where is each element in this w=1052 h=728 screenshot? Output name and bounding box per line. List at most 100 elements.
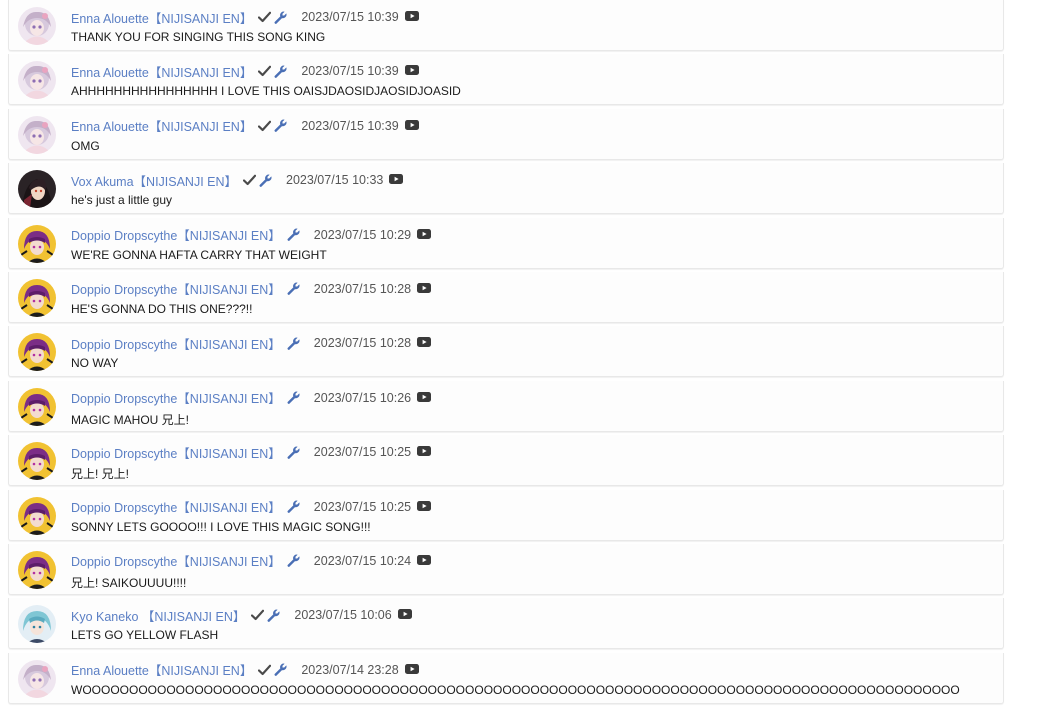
message-header: Doppio Dropscythe【NIJISANJI EN】 2023/07/1… — [71, 388, 432, 407]
avatar[interactable] — [18, 7, 56, 45]
message-header: Doppio Dropscythe【NIJISANJI EN】 2023/07/1… — [71, 225, 432, 244]
message-header: Doppio Dropscythe【NIJISANJI EN】 2023/07/1… — [71, 443, 432, 462]
youtube-icon[interactable] — [399, 119, 419, 133]
moderator-wrench-icon — [274, 663, 287, 677]
avatar[interactable] — [18, 605, 56, 644]
author-name[interactable]: Doppio Dropscythe【NIJISANJI EN】 — [71, 225, 281, 244]
verified-check-icon — [243, 174, 259, 186]
moderator-wrench-icon — [287, 554, 300, 568]
timestamp: 2023/07/15 10:28 — [313, 281, 412, 296]
youtube-icon[interactable] — [399, 64, 419, 78]
avatar[interactable] — [18, 442, 56, 481]
youtube-icon[interactable] — [411, 336, 432, 350]
youtube-icon[interactable] — [399, 10, 419, 24]
author-badges — [287, 554, 300, 568]
timestamp: 2023/07/15 10:39 — [301, 64, 399, 79]
moderator-wrench-icon — [287, 446, 300, 459]
message-text: HE'S GONNA DO THIS ONE???!! — [71, 301, 253, 316]
avatar[interactable] — [18, 224, 56, 263]
moderator-wrench-icon — [274, 119, 287, 133]
author-name[interactable]: Doppio Dropscythe【NIJISANJI EN】 — [71, 497, 281, 516]
message-header: Enna Alouette【NIJISANJI EN】 2023/07/14 23… — [71, 661, 419, 679]
chat-message: Doppio Dropscythe【NIJISANJI EN】 2023/07/1… — [8, 271, 1004, 323]
message-header: Vox Akuma【NIJISANJI EN】 2023/07/15 10:33 — [71, 171, 404, 190]
moderator-wrench-icon — [287, 391, 300, 405]
chat-message: Doppio Dropscythe【NIJISANJI EN】 2023/07/1… — [8, 380, 1004, 432]
author-badges — [287, 228, 300, 241]
avatar[interactable] — [18, 659, 56, 698]
author-badges — [287, 282, 300, 296]
message-header: Enna Alouette【NIJISANJI EN】 2023/07/15 10… — [71, 117, 419, 135]
youtube-icon[interactable] — [383, 173, 404, 187]
avatar[interactable] — [18, 496, 56, 535]
author-badges — [287, 337, 300, 350]
youtube-icon[interactable] — [411, 445, 432, 459]
youtube-icon[interactable] — [411, 228, 432, 242]
author-name[interactable]: Doppio Dropscythe【NIJISANJI EN】 — [71, 388, 281, 407]
author-name[interactable]: Doppio Dropscythe【NIJISANJI EN】 — [71, 334, 281, 353]
message-text: WE'RE GONNA HAFTA CARRY THAT WEIGHT — [71, 247, 327, 262]
message-text: LETS GO YELLOW FLASH — [71, 628, 219, 643]
moderator-wrench-icon — [287, 500, 300, 513]
avatar[interactable] — [18, 387, 56, 426]
message-header: Doppio Dropscythe【NIJISANJI EN】 2023/07/1… — [71, 551, 432, 570]
author-badges — [258, 11, 287, 24]
youtube-icon[interactable] — [411, 391, 432, 405]
author-badges — [258, 119, 287, 133]
youtube-icon[interactable] — [392, 608, 412, 622]
author-name[interactable]: Enna Alouette【NIJISANJI EN】 — [71, 660, 252, 679]
timestamp: 2023/07/15 10:26 — [313, 390, 412, 405]
author-name[interactable]: Vox Akuma【NIJISANJI EN】 — [71, 171, 237, 190]
chat-feed: Enna Alouette【NIJISANJI EN】 2023/07/15 10… — [8, 0, 1004, 707]
avatar[interactable] — [18, 61, 56, 100]
author-badges — [287, 500, 300, 513]
message-text: 兄上! 兄上! — [71, 467, 130, 482]
author-name[interactable]: Kyo Kaneko 【NIJISANJI EN】 — [71, 606, 245, 625]
verified-check-icon — [251, 609, 267, 621]
chat-message: Enna Alouette【NIJISANJI EN】 2023/07/15 10… — [8, 54, 1004, 106]
chat-message: Enna Alouette【NIJISANJI EN】 2023/07/14 23… — [8, 652, 1004, 704]
avatar[interactable] — [18, 170, 56, 209]
avatar[interactable] — [18, 333, 56, 372]
verified-check-icon — [258, 65, 274, 77]
verified-check-icon — [258, 11, 274, 23]
timestamp: 2023/07/15 10:39 — [301, 10, 399, 24]
youtube-icon[interactable] — [399, 663, 419, 677]
avatar[interactable] — [18, 278, 56, 317]
moderator-wrench-icon — [287, 282, 300, 296]
author-name[interactable]: Enna Alouette【NIJISANJI EN】 — [71, 116, 252, 135]
author-name[interactable]: Doppio Dropscythe【NIJISANJI EN】 — [71, 279, 281, 298]
timestamp: 2023/07/15 10:25 — [313, 499, 412, 514]
message-text: THANK YOU FOR SINGING THIS SONG KING — [71, 30, 326, 44]
moderator-wrench-icon — [267, 609, 280, 622]
message-text: he's just a little guy — [71, 193, 173, 208]
author-name[interactable]: Enna Alouette【NIJISANJI EN】 — [71, 8, 252, 27]
author-badges — [243, 174, 272, 187]
chat-message: Doppio Dropscythe【NIJISANJI EN】 2023/07/1… — [8, 543, 1004, 595]
author-badges — [258, 663, 287, 677]
moderator-wrench-icon — [287, 228, 300, 241]
message-header: Doppio Dropscythe【NIJISANJI EN】 2023/07/1… — [71, 334, 432, 353]
chat-message: Enna Alouette【NIJISANJI EN】 2023/07/15 10… — [8, 108, 1004, 160]
timestamp: 2023/07/15 10:28 — [313, 336, 412, 351]
timestamp: 2023/07/15 10:39 — [301, 118, 399, 133]
author-name[interactable]: Enna Alouette【NIJISANJI EN】 — [71, 62, 252, 81]
author-name[interactable]: Doppio Dropscythe【NIJISANJI EN】 — [71, 551, 281, 570]
avatar[interactable] — [18, 550, 56, 589]
youtube-icon[interactable] — [411, 554, 432, 568]
author-name[interactable]: Doppio Dropscythe【NIJISANJI EN】 — [71, 443, 281, 462]
message-header: Doppio Dropscythe【NIJISANJI EN】 2023/07/1… — [71, 497, 432, 516]
timestamp: 2023/07/14 23:28 — [301, 662, 399, 677]
chat-message: Enna Alouette【NIJISANJI EN】 2023/07/15 10… — [8, 0, 1004, 51]
message-header: Enna Alouette【NIJISANJI EN】 2023/07/15 10… — [71, 62, 419, 80]
avatar[interactable] — [18, 115, 56, 154]
timestamp: 2023/07/15 10:06 — [294, 608, 392, 623]
youtube-icon[interactable] — [411, 282, 432, 296]
verified-check-icon — [258, 664, 274, 676]
timestamp: 2023/07/15 10:24 — [313, 553, 412, 568]
timestamp: 2023/07/15 10:29 — [313, 227, 412, 242]
chat-message: Kyo Kaneko 【NIJISANJI EN】 2023/07/15 10:0… — [8, 598, 1004, 650]
youtube-icon[interactable] — [411, 500, 432, 514]
message-text: 兄上! SAIKOUUUU!!!! — [71, 575, 187, 590]
author-badges — [258, 65, 287, 78]
